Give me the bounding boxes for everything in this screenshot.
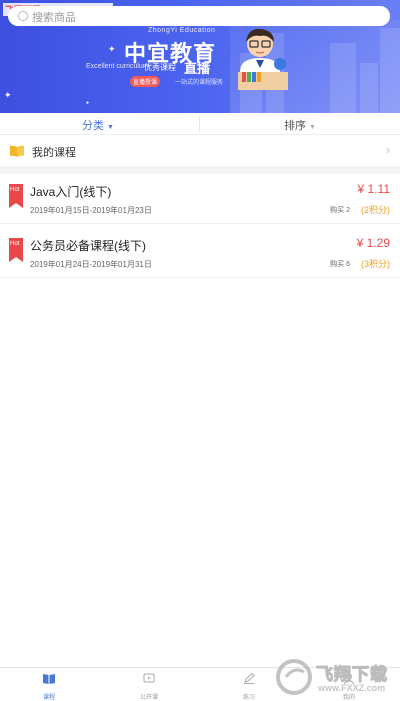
chevron-down-icon: ▼ bbox=[107, 124, 114, 131]
my-courses-row[interactable]: 我的课程 › bbox=[0, 135, 400, 166]
tab-open-courses[interactable]: 公开课 bbox=[114, 670, 184, 701]
course-points: (2积分) bbox=[361, 205, 390, 215]
promo-banner[interactable]: ✦ ✦ ● ZhongYi Education 中宜教育 Excellent c… bbox=[0, 0, 400, 113]
category-filter[interactable]: 分类 ▼ bbox=[82, 117, 114, 133]
banner-tagline: 优秀课程 bbox=[144, 63, 176, 72]
search-icon bbox=[18, 11, 28, 21]
filter-divider bbox=[199, 116, 200, 132]
my-courses-label: 我的课程 bbox=[32, 147, 76, 159]
footer-watermark-text: 飞翔下载 bbox=[316, 665, 388, 685]
banner-subtitle: ZhongYi Education bbox=[148, 27, 216, 34]
course-title: Java入门(线下) bbox=[30, 185, 112, 199]
banner-live: 直播 bbox=[184, 61, 211, 76]
banner-badge: 直播授课 bbox=[130, 76, 161, 87]
banner-tag2: 一站式的课程服务 bbox=[175, 80, 224, 86]
filter-bar: 分类 ▼ 排序 ▼ bbox=[0, 113, 400, 135]
sort-filter[interactable]: 排序 ▼ bbox=[284, 117, 316, 133]
course-dates: 2019年01月24日-2019年01月31日 bbox=[30, 260, 152, 269]
course-dates: 2019年01月15日-2019年01月23日 bbox=[30, 206, 152, 215]
course-price: ¥ 1.11 bbox=[357, 182, 390, 196]
category-label: 分类 bbox=[82, 120, 104, 132]
chevron-down-icon: ▼ bbox=[309, 124, 316, 131]
hot-badge: Hot bbox=[9, 238, 23, 262]
sort-label: 排序 bbox=[284, 120, 306, 132]
course-item[interactable]: Hot Java入门(线下) 2019年01月15日-2019年01月23日 ¥… bbox=[0, 174, 400, 224]
footer-watermark-url: www.FXXZ.com bbox=[318, 683, 386, 693]
search-bar[interactable]: 搜索商品 bbox=[8, 6, 390, 26]
search-placeholder: 搜索商品 bbox=[32, 12, 76, 24]
app-screen: ✦ ✦ ● ZhongYi Education 中宜教育 Excellent c… bbox=[0, 0, 400, 701]
course-purchases: 购买 2 bbox=[330, 207, 350, 214]
teacher-illustration bbox=[238, 28, 288, 90]
course-title: 公务员必备课程(线下) bbox=[30, 239, 146, 253]
tab-label: 公开课 bbox=[139, 695, 158, 701]
book-icon bbox=[43, 674, 55, 684]
tab-label: 练习 bbox=[242, 695, 255, 701]
tab-practice[interactable]: 练习 bbox=[214, 670, 284, 701]
course-purchases: 购买 6 bbox=[330, 261, 350, 268]
course-item[interactable]: Hot 公务员必备课程(线下) 2019年01月24日-2019年01月31日 … bbox=[0, 228, 400, 278]
banner-english: Excellent curriculum bbox=[86, 63, 149, 70]
section-gap bbox=[0, 166, 400, 174]
video-icon bbox=[143, 673, 155, 683]
tab-courses[interactable]: 课程 bbox=[14, 670, 84, 701]
hot-badge: Hot bbox=[9, 184, 23, 208]
tab-label: 课程 bbox=[42, 695, 55, 701]
pencil-icon bbox=[244, 673, 255, 684]
chevron-right-icon: › bbox=[386, 143, 390, 157]
course-price: ¥ 1.29 bbox=[356, 236, 390, 250]
open-book-icon bbox=[10, 145, 24, 157]
course-points: (3积分) bbox=[361, 259, 390, 269]
